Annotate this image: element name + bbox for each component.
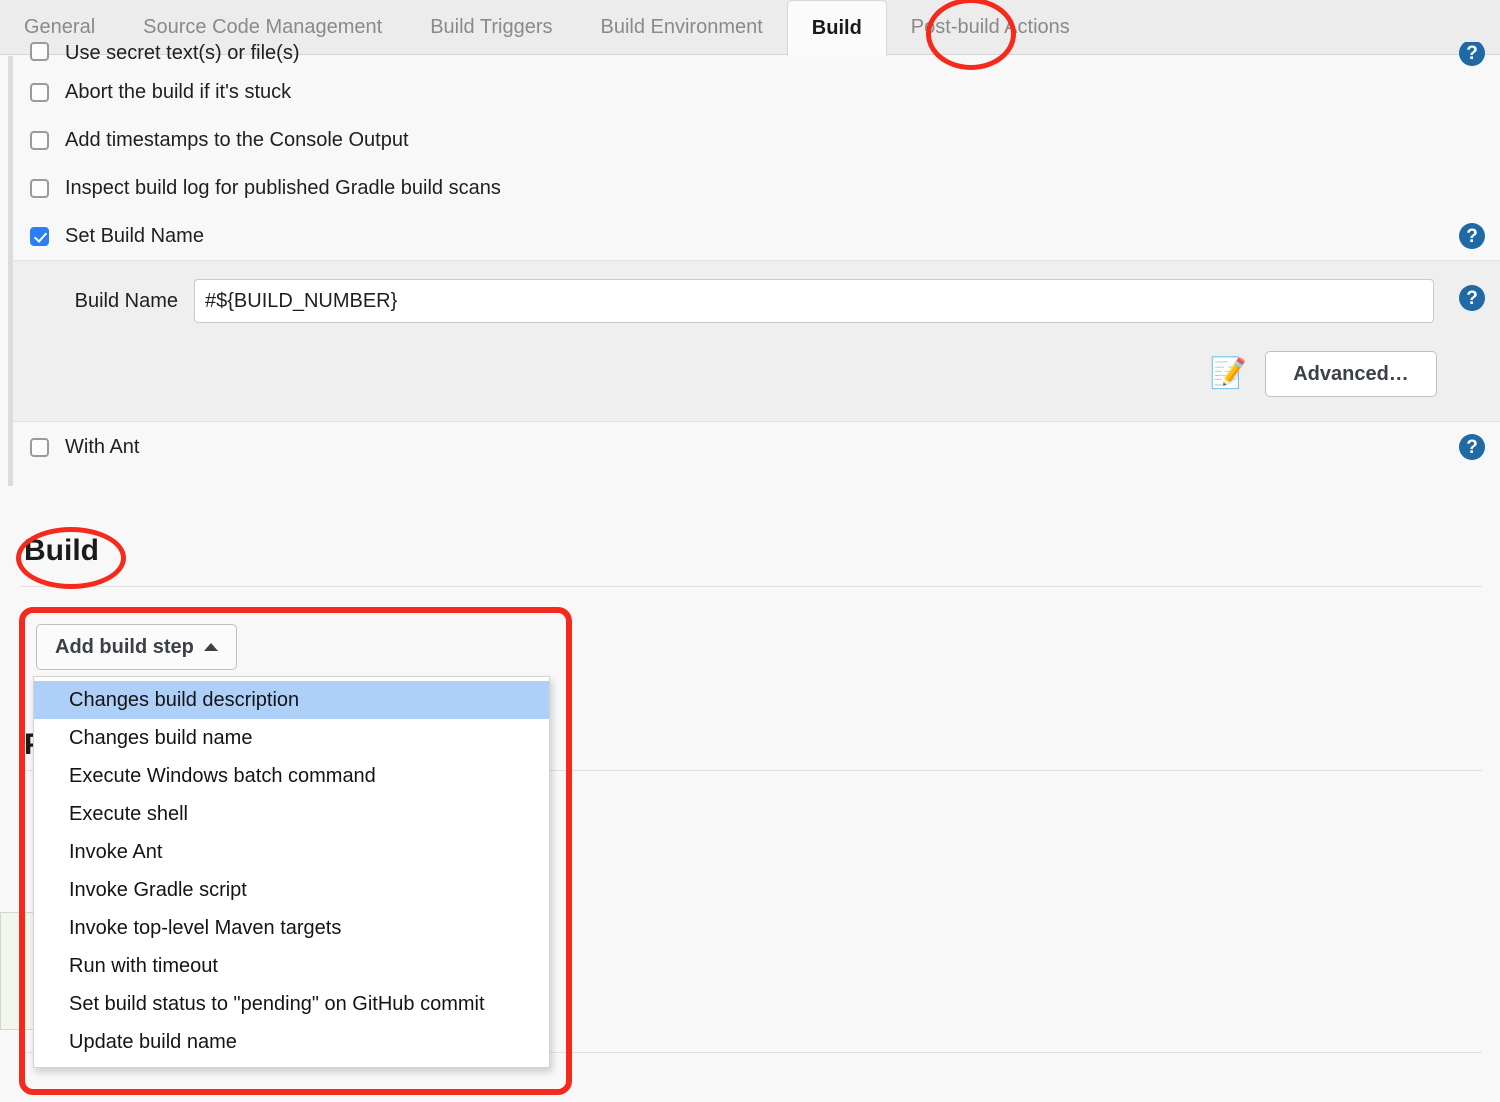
option-label: Set Build Name xyxy=(65,224,204,247)
notepad-pencil-icon: 📝 xyxy=(1209,357,1247,390)
option-row-with-ant[interactable]: With Ant ? xyxy=(0,422,1500,472)
menu-item-update-build-name[interactable]: Update build name xyxy=(34,1023,549,1061)
advanced-row: 📝 Advanced… xyxy=(13,351,1500,397)
build-name-label: Build Name xyxy=(74,289,178,312)
option-row-abort-stuck-build[interactable]: Abort the build if it's stuck xyxy=(0,68,1500,116)
checkbox-add-timestamps[interactable] xyxy=(30,130,49,150)
build-section-heading: Build xyxy=(24,534,99,567)
option-row-set-build-name[interactable]: Set Build Name ? xyxy=(0,212,1500,260)
help-icon[interactable]: ? xyxy=(1459,285,1485,311)
advanced-button[interactable]: Advanced… xyxy=(1265,351,1437,397)
option-label: Inspect build log for published Gradle b… xyxy=(65,176,501,199)
menu-item-set-build-status-pending-github[interactable]: Set build status to "pending" on GitHub … xyxy=(34,985,549,1023)
menu-item-run-with-timeout[interactable]: Run with timeout xyxy=(34,947,549,985)
menu-item-invoke-top-level-maven-targets[interactable]: Invoke top-level Maven targets xyxy=(34,909,549,947)
checkbox-abort-stuck-build[interactable] xyxy=(30,82,49,102)
help-icon[interactable]: ? xyxy=(1459,434,1485,460)
option-row-add-timestamps[interactable]: Add timestamps to the Console Output xyxy=(0,116,1500,164)
option-label: Add timestamps to the Console Output xyxy=(65,128,409,151)
help-icon[interactable]: ? xyxy=(1459,223,1485,249)
caret-up-icon xyxy=(203,643,218,651)
option-label: Use secret text(s) or file(s) xyxy=(65,42,300,64)
add-build-step-menu: Changes build description Changes build … xyxy=(33,676,550,1068)
menu-item-changes-build-name[interactable]: Changes build name xyxy=(34,719,549,757)
build-section-divider xyxy=(20,586,1482,587)
checkbox-inspect-build-log[interactable] xyxy=(30,178,49,198)
page-root: General Source Code Management Build Tri… xyxy=(0,0,1500,1102)
build-environment-options: Use secret text(s) or file(s) ? Abort th… xyxy=(0,42,1500,472)
add-build-step-button[interactable]: Add build step xyxy=(36,624,237,670)
build-name-input[interactable] xyxy=(194,279,1434,323)
menu-item-invoke-gradle-script[interactable]: Invoke Gradle script xyxy=(34,871,549,909)
checkbox-use-secret-files[interactable] xyxy=(30,42,49,61)
checkbox-set-build-name[interactable] xyxy=(30,226,49,246)
add-build-step-label: Add build step xyxy=(55,635,194,658)
menu-item-execute-shell[interactable]: Execute shell xyxy=(34,795,549,833)
option-label: With Ant xyxy=(65,435,140,458)
build-name-panel: Build Name ? 📝 Advanced… xyxy=(13,260,1500,422)
option-row-inspect-build-log[interactable]: Inspect build log for published Gradle b… xyxy=(0,164,1500,212)
option-row-use-secret-files[interactable]: Use secret text(s) or file(s) ? xyxy=(0,42,1500,68)
help-icon[interactable]: ? xyxy=(1459,42,1485,66)
menu-item-changes-build-description[interactable]: Changes build description xyxy=(34,681,549,719)
option-label: Abort the build if it's stuck xyxy=(65,80,292,103)
build-name-field-row: Build Name ? xyxy=(13,279,1500,323)
menu-item-invoke-ant[interactable]: Invoke Ant xyxy=(34,833,549,871)
checkbox-with-ant[interactable] xyxy=(30,437,49,457)
menu-item-execute-windows-batch-command[interactable]: Execute Windows batch command xyxy=(34,757,549,795)
